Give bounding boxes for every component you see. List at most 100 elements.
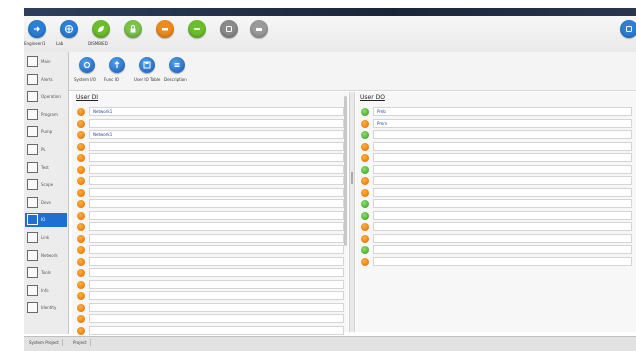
sidebar-item-label: Pump [41,129,53,135]
sidebar-item-network[interactable]: Network [25,249,67,263]
sidebar-item-icon [27,267,38,279]
sidebar-item-label: Identity [41,305,57,311]
user-di-title: User DI [76,94,98,101]
io-name-field[interactable]: Pmrn [373,118,632,128]
status-led-icon [77,108,85,116]
status-led-icon [77,269,85,277]
tool-icon [156,20,174,38]
panel-splitter[interactable] [349,92,355,332]
io-name-field[interactable] [89,118,344,128]
sidebar-item-main[interactable]: Main [25,55,67,69]
toolbar-button-2[interactable]: DISMBIED [88,20,114,50]
io-name-field[interactable]: Network1 [89,130,344,139]
io-toolbar-button-1[interactable]: Func IO [104,57,134,87]
io-name-field[interactable] [89,164,344,174]
io-row [356,198,636,210]
io-row [72,325,348,337]
toolbar-button-label: DISMBIED [88,41,108,46]
io-name-field[interactable] [89,176,344,185]
sidebar-item-identity[interactable]: Identity [25,301,67,315]
user-do-title: User DO [360,94,385,101]
sidebar-item-icon [27,91,38,103]
io-name-field[interactable] [89,291,344,300]
status-led-icon [361,188,369,197]
io-name-field[interactable] [89,199,344,208]
status-tab-0[interactable]: System Project [26,339,63,346]
splitter-grip[interactable] [351,172,353,184]
toolbar-button-5[interactable] [188,20,210,50]
io-row [72,164,348,176]
status-led-icon [77,119,85,128]
io-name-field[interactable] [373,141,632,151]
sidebar-item-io[interactable]: IO [25,213,67,228]
sidebar-item-info[interactable]: Info [25,284,67,298]
status-led-icon [77,234,85,243]
io-name-field[interactable] [373,233,632,243]
toolbar-button-6[interactable] [220,20,242,50]
io-row: Pmb [356,106,636,118]
sidebar-item-label: Link [41,235,50,240]
io-name-field[interactable] [89,268,344,277]
io-name-field[interactable] [373,222,632,231]
io-name-field[interactable] [89,302,344,312]
sidebar-item-pl[interactable]: PL [25,143,67,157]
sidebar: Main Alerts Operation Program Pump PL Test Scop… [24,52,69,334]
sidebar-item-label: Info [41,287,49,293]
toolbar-button-1[interactable]: Lab [56,20,82,50]
sidebar-item-scope[interactable]: Scope [25,178,67,192]
io-name-field[interactable] [373,199,632,208]
list-icon [169,57,185,73]
status-led-icon [77,292,85,300]
io-name-field[interactable] [89,187,344,197]
io-name-field[interactable] [89,141,344,151]
sidebar-item-tools[interactable]: Tools [25,266,67,280]
io-name-field[interactable] [373,153,632,162]
sidebar-item-label: Tools [41,270,51,276]
toolbar-button-7[interactable] [250,20,272,50]
sidebar-item-alerts[interactable]: Alerts [25,73,67,87]
io-name-field[interactable] [89,279,344,289]
io-name-field[interactable] [89,233,344,243]
sidebar-item-pump[interactable]: Pump [25,125,67,139]
io-name-field[interactable] [373,245,632,254]
io-toolbar-button-3[interactable]: Description [164,57,194,87]
io-name-field[interactable] [89,245,344,254]
sidebar-item-operation[interactable]: Operation [25,90,67,104]
sidebar-item-icon [27,161,38,173]
io-name-field[interactable] [89,153,344,162]
io-name-field[interactable] [373,210,632,220]
sidebar-item-label: Test [41,164,49,170]
sidebar-item-test[interactable]: Test [25,161,67,175]
io-name-field[interactable] [89,210,344,220]
io-name-field[interactable] [373,164,632,174]
io-name-field[interactable] [373,256,632,266]
io-name-field[interactable] [89,222,344,231]
status-tab-1[interactable]: Project [70,339,91,346]
sidebar-item-program[interactable]: Program [25,108,67,122]
title-bar [24,8,636,16]
sidebar-item-devs[interactable]: Devs [25,196,67,210]
user-do-panel: User DO Pmb Pmrn [356,92,636,332]
status-led-icon [77,257,85,266]
io-row: Network1 [72,129,348,141]
help-button[interactable] [620,20,636,50]
io-name-field[interactable] [89,314,344,323]
help-icon [620,20,636,38]
status-led-icon [77,131,85,139]
io-toolbar-button-2[interactable]: User IO Table [134,57,164,87]
toolbar-button-3[interactable] [124,20,146,50]
toolbar-button-4[interactable] [156,20,178,50]
io-name-field[interactable] [373,130,632,139]
io-name-field[interactable] [373,187,632,197]
io-toolbar-button-0[interactable]: System I/O [74,57,104,87]
io-name-field[interactable]: Network1 [89,107,344,116]
sidebar-item-link[interactable]: Link [25,231,67,245]
sidebar-item-label: Network [41,252,58,258]
scrollbar[interactable] [344,96,347,246]
io-name-field[interactable]: Pmb [373,107,632,116]
io-name-field[interactable] [89,325,344,335]
io-name-field[interactable] [373,176,632,185]
io-name-field[interactable] [89,256,344,266]
status-led-icon [77,223,85,231]
toolbar-button-0[interactable]: Engineer/1 [24,20,50,50]
